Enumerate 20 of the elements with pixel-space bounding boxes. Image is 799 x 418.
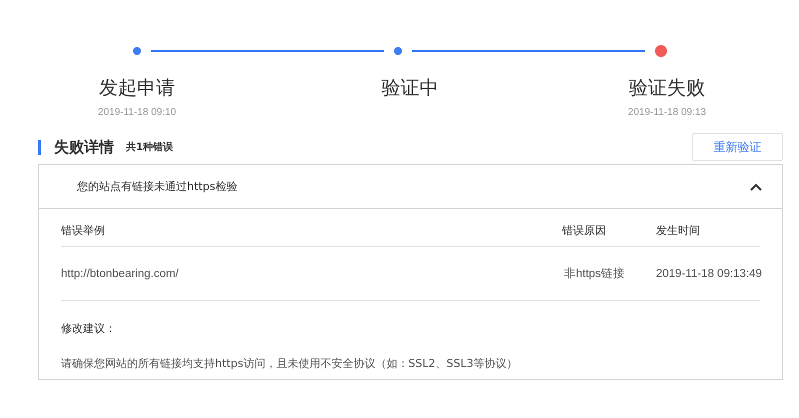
step-date: 2019-11-18 09:10: [98, 107, 176, 118]
panel-title: 您的站点有链接未通过https检验: [77, 179, 238, 194]
error-count: 共1种错误: [126, 140, 173, 154]
column-header: 错误举例: [61, 223, 106, 238]
step-title: 发起申请: [99, 76, 175, 101]
revalidate-button[interactable]: 重新验证: [692, 133, 783, 161]
step-title: 验证失败: [629, 76, 705, 101]
table-cell-text: 非https链接: [564, 266, 626, 281]
section-marker: [38, 140, 41, 154]
table-cell: 2019-11-18 09:13:49: [656, 268, 760, 280]
advice-title: 修改建议：: [61, 321, 117, 336]
table-cell-text: http://btonbearing.com/: [61, 268, 180, 280]
column-header: 发生时间: [655, 223, 701, 238]
panel-header[interactable]: 您的站点有链接未通过https检验: [39, 165, 782, 209]
step-title: 验证中: [382, 76, 438, 101]
column-header: 错误原因: [562, 223, 607, 238]
step-date: 2019-11-18 09:13: [628, 107, 706, 118]
section-title: 失败详情: [54, 138, 114, 156]
chevron-icon[interactable]: [750, 182, 762, 190]
advice-text: 请确保您网站的所有链接均支持https访问，且未使用不安全协议（如：SSL2、SSL3等协议）: [61, 356, 518, 371]
